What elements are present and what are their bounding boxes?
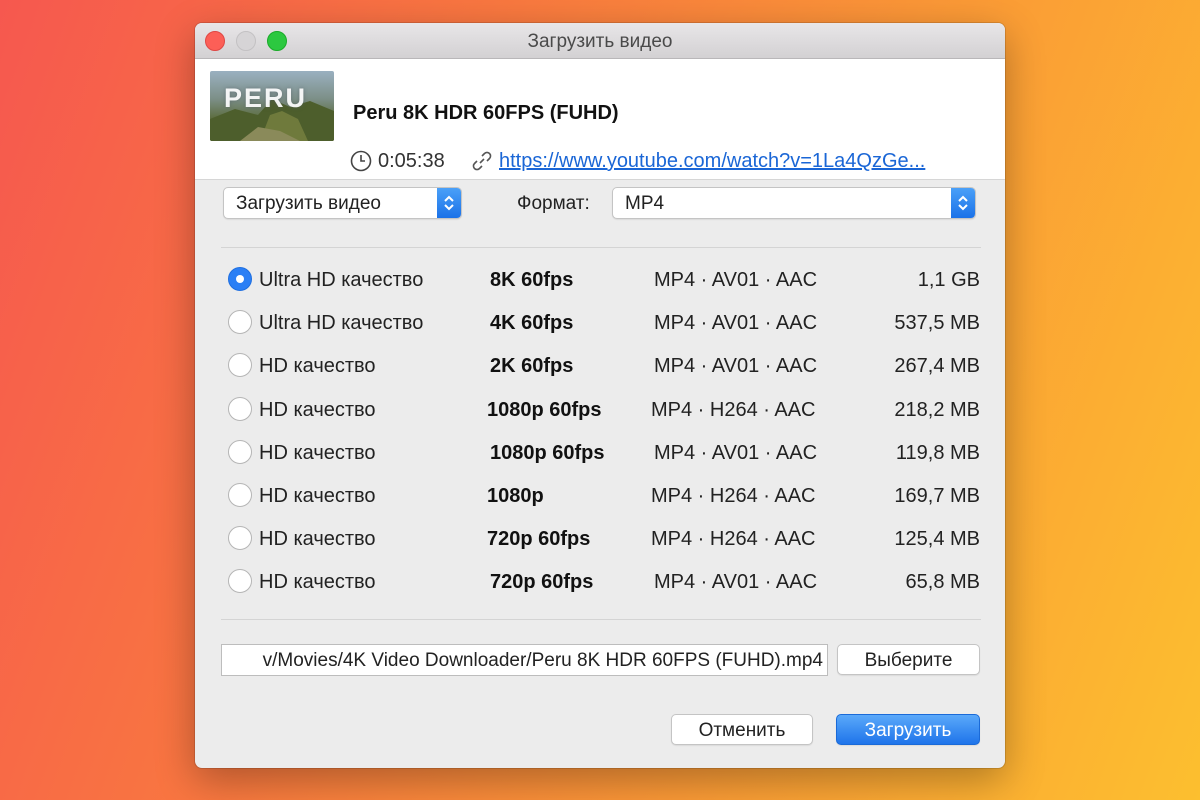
action-select[interactable]: Загрузить видео (223, 187, 462, 219)
quality-option-row[interactable]: HD качество 1080p 60fps MP4 · AV01 · AAC 11… (225, 436, 985, 470)
download-dialog: Загрузить видео PERU Peru 8K HDR 60FPS (… (195, 23, 1005, 768)
format-select-value: MP4 (625, 193, 665, 214)
codec-label: MP4 · AV01 · AAC (654, 441, 818, 464)
divider (221, 247, 981, 248)
resolution-label: 8K 60fps (490, 269, 574, 291)
clock-icon (350, 150, 372, 172)
resolution-label: 1080p (487, 485, 544, 507)
codec-label: MP4 · AV01 · AAC (654, 312, 818, 335)
codec-label: MP4 · H264 · AAC (651, 485, 816, 507)
resolution-label: 720p 60fps (490, 571, 594, 594)
file-size-label: 125,4 MB (894, 528, 980, 551)
quality-radio-button[interactable] (228, 310, 252, 335)
link-icon (472, 151, 492, 171)
quality-option-row[interactable]: HD качество 1080p 60fps MP4 · H264 · AAC 21… (225, 393, 985, 427)
format-select[interactable]: MP4 (612, 187, 976, 219)
quality-radio-button[interactable] (228, 526, 252, 551)
quality-radio-button[interactable] (228, 353, 252, 378)
chevron-updown-icon (951, 188, 975, 218)
quality-label: HD качество (259, 571, 376, 594)
file-size-label: 119,8 MB (895, 441, 980, 464)
quality-option-row[interactable]: Ultra HD качество 8K 60fps MP4 · AV01 · AA… (225, 263, 985, 297)
cancel-button[interactable]: Отменить (671, 714, 813, 745)
quality-label: HD качество (259, 485, 376, 507)
quality-option-row[interactable]: HD качество 720p 60fps MP4 · H264 · AAC 125… (225, 522, 985, 556)
file-size-label: 267,4 MB (894, 355, 980, 378)
codec-label: MP4 · H264 · AAC (651, 528, 816, 551)
quality-label: HD качество (259, 355, 376, 378)
quality-option-row[interactable]: HD качество 1080p MP4 · H264 · AAC 169,7 MB (225, 479, 985, 513)
video-duration: 0:05:38 (378, 150, 445, 172)
file-size-label: 218,2 MB (894, 398, 980, 421)
quality-radio-button[interactable] (228, 396, 252, 421)
quality-label: HD качество (259, 441, 376, 464)
file-size-label: 537,5 MB (894, 312, 980, 335)
resolution-label: 2K 60fps (490, 355, 574, 378)
quality-label: Ultra HD качество (259, 312, 424, 335)
codec-label: MP4 · AV01 · AAC (654, 269, 818, 291)
thumbnail-caption: PERU (224, 83, 308, 113)
save-path-field[interactable]: v/Movies/4K Video Downloader/Peru 8K HDR… (221, 644, 828, 676)
resolution-label: 720p 60fps (487, 528, 591, 551)
quality-option-row[interactable]: Ultra HD качество 4K 60fps MP4 · AV01 · AA… (225, 306, 985, 340)
choose-folder-button[interactable]: Выберите (837, 644, 980, 675)
window-title: Загрузить видео (527, 31, 673, 52)
video-info-header: PERU Peru 8K HDR 60FPS (FUHD) 0:05:38 ht… (195, 59, 1005, 180)
quality-label: Ultra HD качество (259, 269, 424, 291)
chevron-updown-icon (437, 188, 461, 218)
format-label: Формат: (517, 193, 590, 214)
codec-label: MP4 · H264 · AAC (651, 398, 816, 421)
download-button[interactable]: Загрузить (836, 714, 980, 745)
file-size-label: 65,8 MB (905, 571, 980, 594)
quality-radio-button[interactable] (228, 569, 252, 594)
file-size-label: 1,1 GB (917, 269, 980, 291)
quality-radio-button[interactable] (228, 483, 252, 507)
quality-label: HD качество (259, 528, 376, 551)
codec-label: MP4 · AV01 · AAC (654, 571, 818, 594)
quality-radio-button[interactable] (228, 267, 252, 291)
action-select-value: Загрузить видео (236, 193, 381, 214)
quality-option-row[interactable]: HD качество 2K 60fps MP4 · AV01 · AAC 267,4… (225, 349, 985, 383)
save-path-value: v/Movies/4K Video Downloader/Peru 8K HDR… (262, 650, 823, 671)
video-url-link[interactable]: https://www.youtube.com/watch?v=1La4QzGe… (499, 150, 925, 173)
file-size-label: 169,7 MB (894, 485, 980, 507)
quality-label: HD качество (259, 398, 376, 421)
quality-radio-button[interactable] (228, 439, 252, 464)
resolution-label: 1080p 60fps (487, 398, 602, 421)
video-title: Peru 8K HDR 60FPS (FUHD) (353, 102, 619, 124)
codec-label: MP4 · AV01 · AAC (654, 355, 818, 378)
divider (221, 619, 981, 620)
title-bar[interactable]: Загрузить видео (195, 23, 1005, 59)
resolution-label: 4K 60fps (490, 312, 574, 335)
quality-option-row[interactable]: HD качество 720p 60fps MP4 · AV01 · AAC 65,… (225, 565, 985, 599)
video-thumbnail: PERU (210, 71, 334, 141)
resolution-label: 1080p 60fps (490, 441, 605, 464)
